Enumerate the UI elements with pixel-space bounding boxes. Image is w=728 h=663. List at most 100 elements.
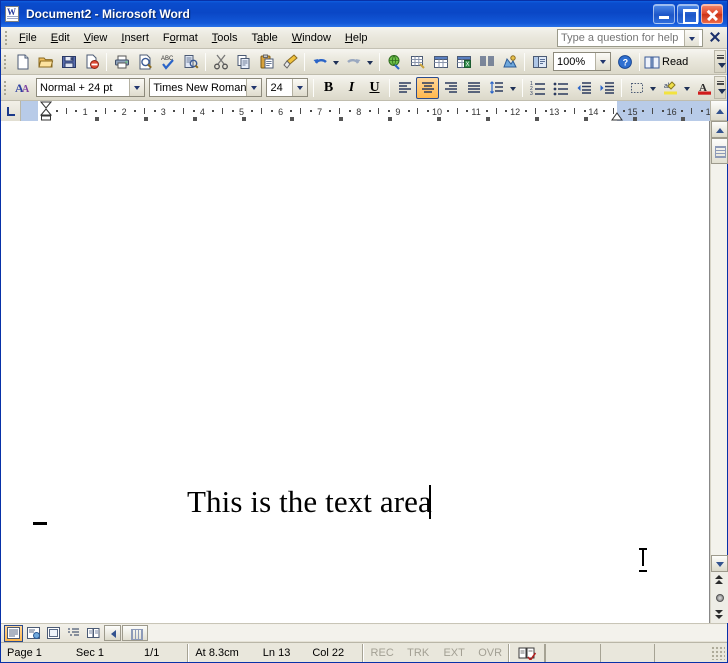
close-button[interactable] [701, 4, 723, 24]
copy-icon[interactable] [232, 51, 255, 73]
align-left-icon[interactable] [393, 77, 416, 99]
vertical-scrollbar[interactable] [710, 121, 728, 623]
columns-icon[interactable] [475, 51, 498, 73]
zoom-dropdown-icon[interactable] [595, 53, 610, 70]
bold-button[interactable]: B [317, 77, 340, 99]
document-map-icon[interactable] [528, 51, 551, 73]
normal-view-button[interactable] [4, 624, 23, 642]
redo-icon[interactable] [342, 51, 365, 73]
chevron-down-icon[interactable] [684, 30, 699, 46]
highlight-dropdown-icon[interactable] [682, 77, 693, 99]
decrease-indent-icon[interactable] [572, 77, 595, 99]
next-page-button[interactable] [711, 606, 728, 623]
outside-border-icon[interactable] [625, 77, 648, 99]
menu-item-insert[interactable]: Insert [114, 29, 156, 47]
horizontal-scroll-track[interactable] [148, 625, 727, 641]
save-icon[interactable] [57, 51, 80, 73]
horizontal-ruler[interactable]: 1234567891011121314151617 [21, 101, 710, 121]
undo-icon[interactable] [308, 51, 331, 73]
status-ovr[interactable]: OVR [472, 644, 508, 662]
underline-button[interactable]: U [363, 77, 386, 99]
menu-item-table[interactable]: Table [244, 29, 284, 47]
outside-border-dropdown-icon[interactable] [648, 77, 659, 99]
print-icon[interactable] [110, 51, 133, 73]
document-text[interactable]: This is the text area [187, 484, 432, 520]
menu-item-window[interactable]: Window [285, 29, 338, 47]
insert-hyperlink-icon[interactable] [383, 51, 406, 73]
bullets-icon[interactable] [549, 77, 572, 99]
maximize-button[interactable] [677, 4, 699, 24]
highlight-icon[interactable]: ab [659, 77, 682, 99]
format-painter-icon[interactable] [278, 51, 301, 73]
minimize-button[interactable] [653, 4, 675, 24]
permission-icon[interactable] [80, 51, 103, 73]
menu-item-format[interactable]: Format [156, 29, 205, 47]
spelling-and-grammar-icon[interactable]: ABC [156, 51, 179, 73]
undo-dropdown-icon[interactable] [331, 51, 342, 73]
align-center-icon[interactable] [416, 76, 439, 99]
formatting-toolbar-options-icon[interactable] [714, 76, 726, 99]
menu-item-edit[interactable]: Edit [44, 29, 77, 47]
right-indent-marker[interactable] [610, 112, 623, 121]
vertical-scroll-thumb[interactable] [711, 138, 728, 164]
line-spacing-icon[interactable] [485, 77, 508, 99]
cut-icon[interactable] [209, 51, 232, 73]
status-ext[interactable]: EXT [436, 644, 472, 662]
tables-and-borders-icon[interactable] [406, 51, 429, 73]
help-question-input[interactable] [558, 30, 684, 46]
drawing-icon[interactable] [498, 51, 521, 73]
ruler-scroll-up-button[interactable] [710, 101, 727, 120]
help-question-box[interactable] [557, 29, 703, 47]
increase-indent-icon[interactable] [595, 77, 618, 99]
horizontal-scroll-thumb[interactable] [122, 625, 148, 641]
new-blank-document-icon[interactable] [11, 51, 34, 73]
vertical-scroll-track[interactable] [711, 138, 728, 555]
status-trk[interactable]: TRK [400, 644, 436, 662]
justify-icon[interactable] [462, 77, 485, 99]
menu-item-help[interactable]: Help [338, 29, 375, 47]
read-button-label[interactable]: Read [661, 56, 692, 68]
open-icon[interactable] [34, 51, 57, 73]
document-page[interactable]: This is the text area [1, 121, 710, 623]
menu-bar-grip[interactable] [3, 28, 10, 47]
style-combo[interactable]: Normal + 24 pt [36, 78, 146, 97]
previous-page-button[interactable] [711, 572, 728, 589]
formatting-toolbar-grip[interactable] [2, 78, 9, 97]
horizontal-scrollbar[interactable] [104, 625, 727, 642]
italic-button[interactable]: I [340, 77, 363, 99]
menu-item-view[interactable]: View [77, 29, 115, 47]
select-browse-object-button[interactable] [711, 589, 728, 606]
font-size-combo[interactable]: 24 [266, 78, 308, 97]
reading-layout-view-button[interactable] [84, 625, 103, 642]
close-document-icon[interactable] [708, 30, 722, 44]
numbering-icon[interactable]: 123 [526, 77, 549, 99]
scroll-up-button[interactable] [711, 121, 728, 138]
line-spacing-dropdown-icon[interactable] [508, 77, 519, 99]
standard-toolbar-grip[interactable] [2, 52, 9, 71]
scroll-down-button[interactable] [711, 555, 728, 572]
font-color-icon[interactable]: A [693, 77, 716, 99]
styles-and-formatting-icon[interactable]: AA [11, 77, 34, 99]
scroll-left-button[interactable] [104, 625, 121, 641]
print-layout-view-button[interactable] [44, 625, 63, 642]
paste-icon[interactable] [255, 51, 278, 73]
font-combo[interactable]: Times New Roman [149, 78, 263, 97]
align-right-icon[interactable] [439, 77, 462, 99]
status-spelling-group[interactable] [509, 643, 546, 662]
redo-dropdown-icon[interactable] [365, 51, 376, 73]
research-icon[interactable] [179, 51, 202, 73]
insert-excel-worksheet-icon[interactable]: X [452, 51, 475, 73]
read-icon[interactable] [643, 51, 661, 73]
web-layout-view-button[interactable] [24, 625, 43, 642]
menu-item-file[interactable]: File [12, 29, 44, 47]
help-icon[interactable]: ? [613, 51, 636, 73]
print-preview-icon[interactable] [133, 51, 156, 73]
toolbar-options-icon[interactable] [714, 50, 726, 73]
spelling-and-grammar-status-icon[interactable] [518, 646, 537, 660]
insert-table-icon[interactable] [429, 51, 452, 73]
left-indent-marker[interactable] [40, 101, 52, 121]
font-size-dropdown-icon[interactable] [292, 79, 307, 96]
resize-grip-icon[interactable] [711, 645, 725, 660]
zoom-combo[interactable]: 100% [553, 52, 611, 71]
menu-item-tools[interactable]: Tools [205, 29, 245, 47]
